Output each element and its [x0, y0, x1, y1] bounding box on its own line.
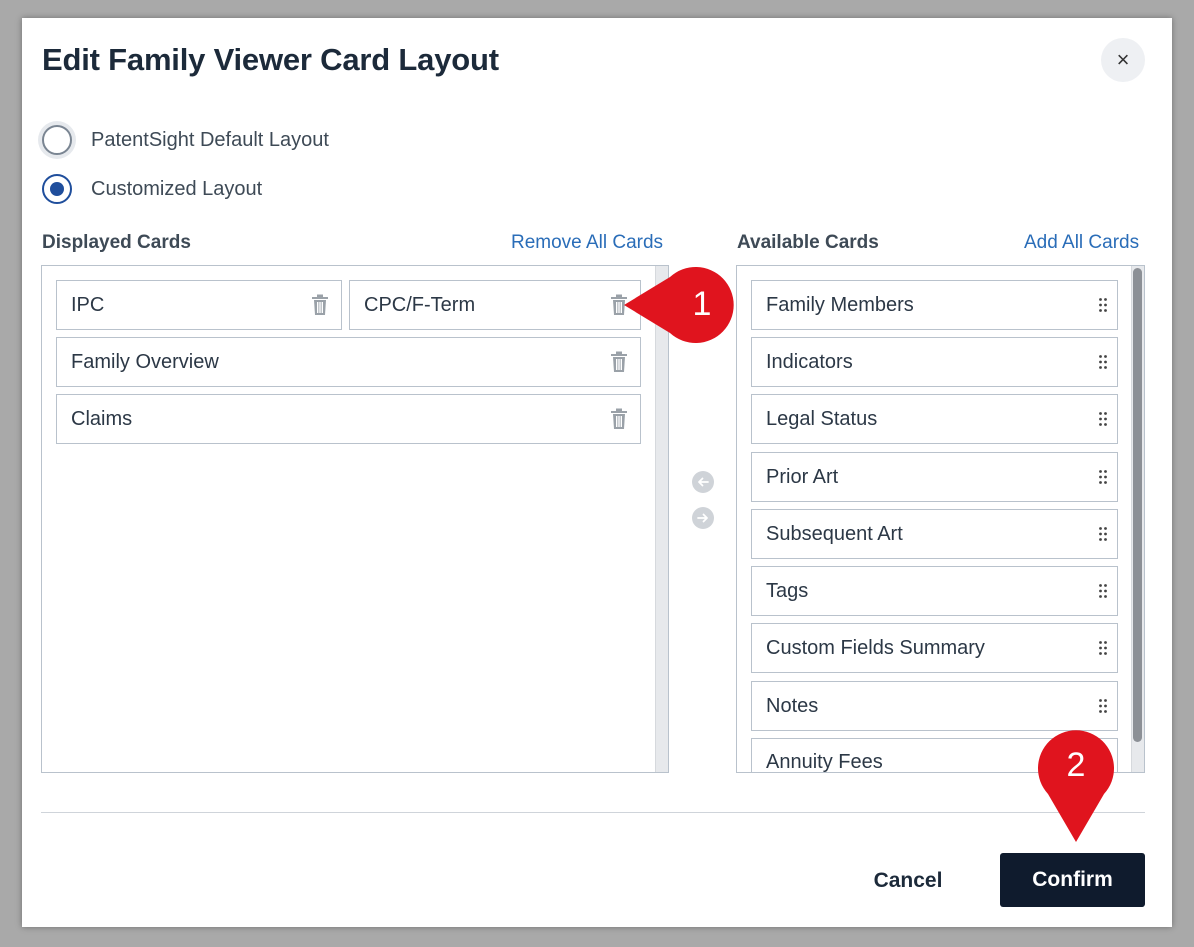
available-cards-heading: Available Cards [737, 232, 879, 253]
available-card-subsequent-art[interactable]: Subsequent Art [751, 509, 1118, 559]
drag-handle-icon[interactable] [1098, 698, 1108, 714]
arrow-left-icon [698, 477, 709, 487]
dialog-title: Edit Family Viewer Card Layout [42, 42, 499, 77]
drag-handle-icon[interactable] [1098, 526, 1108, 542]
available-card-indicators[interactable]: Indicators [751, 337, 1118, 387]
close-icon: × [1116, 47, 1130, 72]
radio-customized-layout[interactable]: Customized Layout [42, 174, 262, 204]
available-card-prior-art[interactable]: Prior Art [751, 452, 1118, 502]
card-label: Annuity Fees [766, 751, 883, 773]
available-scrollbar[interactable] [1131, 266, 1144, 772]
radio-default-layout[interactable]: PatentSight Default Layout [42, 125, 329, 155]
radio-unselected-icon [42, 125, 72, 155]
callout-number-1: 1 [692, 285, 712, 323]
available-card-tags[interactable]: Tags [751, 566, 1118, 616]
card-label: Indicators [766, 350, 853, 373]
drag-handle-icon[interactable] [1098, 297, 1108, 313]
confirm-button[interactable]: Confirm [1000, 853, 1145, 907]
drag-handle-icon[interactable] [1098, 469, 1108, 485]
edit-card-layout-dialog: Edit Family Viewer Card Layout × PatentS… [22, 18, 1172, 927]
trash-icon[interactable] [610, 408, 628, 430]
radio-customized-layout-label: Customized Layout [91, 177, 263, 200]
available-card-legal-status[interactable]: Legal Status [751, 394, 1118, 444]
card-label: Subsequent Art [766, 522, 903, 545]
move-right-button[interactable] [692, 507, 714, 529]
drag-handle-icon[interactable] [1098, 411, 1108, 427]
card-label: Legal Status [766, 407, 878, 430]
available-cards-panel: Family Members Indicators Legal Status P… [736, 265, 1145, 773]
available-card-family-members[interactable]: Family Members [751, 280, 1118, 330]
add-all-cards-link[interactable]: Add All Cards [1024, 232, 1139, 254]
card-label: Family Overview [71, 350, 219, 373]
close-button[interactable]: × [1101, 38, 1145, 82]
card-label: Tags [766, 579, 809, 602]
displayed-card-cpc-fterm[interactable]: CPC/F-Term [349, 280, 641, 330]
card-label: Custom Fields Summary [766, 636, 985, 659]
drag-handle-icon[interactable] [1098, 583, 1108, 599]
displayed-card-claims[interactable]: Claims [56, 394, 641, 444]
radio-selected-icon [42, 174, 72, 204]
displayed-card-family-overview[interactable]: Family Overview [56, 337, 641, 387]
displayed-cards-heading: Displayed Cards [42, 232, 191, 253]
card-label: IPC [71, 293, 105, 316]
available-scroll-thumb[interactable] [1133, 268, 1142, 742]
cancel-button[interactable]: Cancel [858, 854, 958, 908]
card-label: Family Members [766, 293, 914, 316]
trash-icon[interactable] [311, 294, 329, 316]
card-label: CPC/F-Term [364, 293, 476, 316]
available-card-custom-fields-summary[interactable]: Custom Fields Summary [751, 623, 1118, 673]
card-label: Claims [71, 407, 133, 430]
callout-number-2: 2 [1066, 746, 1086, 784]
drag-handle-icon[interactable] [1098, 354, 1108, 370]
trash-icon[interactable] [610, 351, 628, 373]
remove-all-cards-link[interactable]: Remove All Cards [511, 232, 663, 254]
card-label: Prior Art [766, 465, 839, 488]
arrow-right-icon [697, 513, 708, 523]
footer-divider [41, 812, 1145, 813]
available-card-notes[interactable]: Notes [751, 681, 1118, 731]
displayed-card-ipc[interactable]: IPC [56, 280, 342, 330]
move-left-button[interactable] [692, 471, 714, 493]
drag-handle-icon[interactable] [1098, 640, 1108, 656]
radio-default-layout-label: PatentSight Default Layout [91, 128, 329, 151]
displayed-cards-panel: IPC CPC/F-Term Family Overview Claims [41, 265, 669, 773]
card-label: Notes [766, 694, 819, 717]
